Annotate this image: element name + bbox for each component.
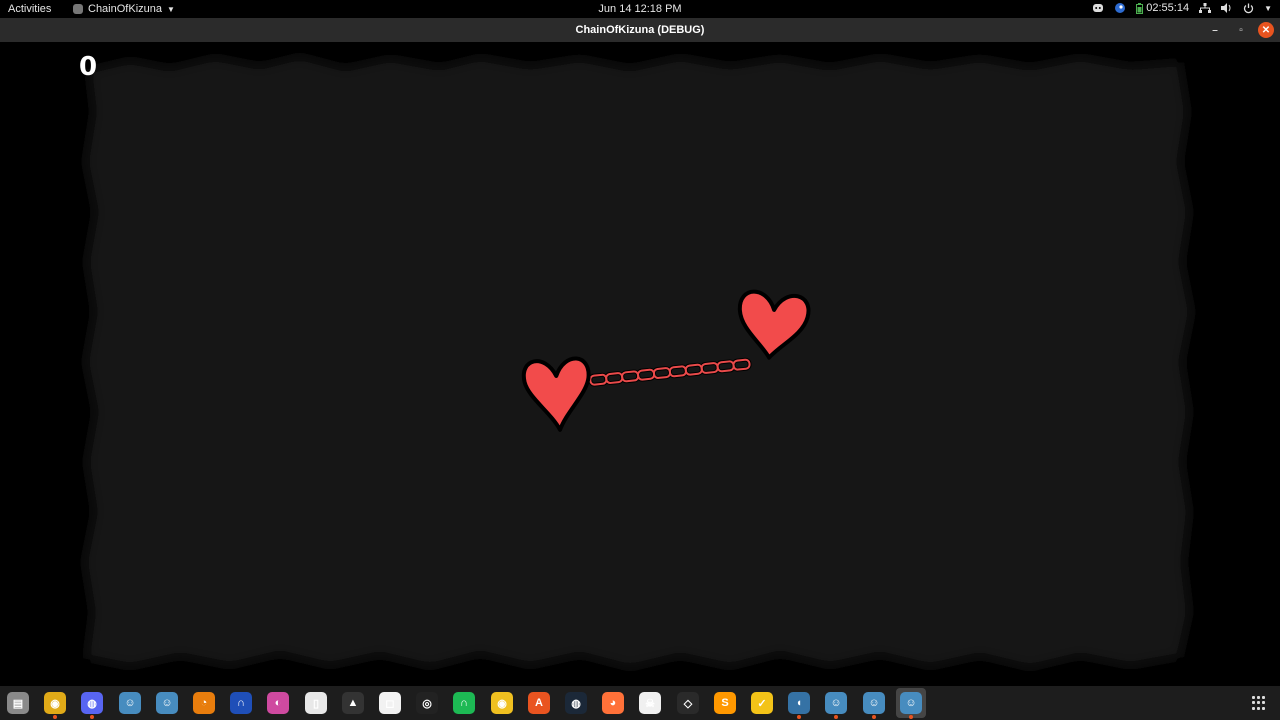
inkscape-icon[interactable]: ▲ [342, 692, 364, 714]
discord-icon[interactable] [1092, 3, 1104, 13]
discord-icon[interactable]: ◍ [81, 692, 103, 719]
score-counter: 0 [79, 52, 98, 82]
sublime-icon[interactable]: S [714, 692, 736, 714]
twitch-icon[interactable]: ▯ [305, 692, 327, 714]
obs-icon[interactable]: ◎ [416, 692, 438, 714]
taskbar-dock: ▤ ◉ ◍ ☺ ☺ ◔ ∩ ◐ ▯ ▲ ◻ ◎ ∩ ◉ A ◍ ◕ ☠ ◇ S ✓ ◖ ☺ ☺ ☺ [0, 686, 1280, 720]
network-icon[interactable] [1199, 3, 1212, 13]
battery-timer[interactable]: 02:55:14 [1136, 2, 1189, 14]
godot-3-icon[interactable]: ☺ [825, 692, 847, 719]
minimize-button[interactable]: – [1206, 21, 1224, 39]
software-center-icon[interactable]: A [528, 692, 550, 714]
python-icon[interactable]: ◖ [788, 692, 810, 719]
game-scene [84, 56, 1192, 668]
godot-icon[interactable]: ☺ [119, 692, 141, 714]
godot-2-icon[interactable]: ☺ [156, 692, 178, 714]
headphones-app-icon[interactable]: ∩ [230, 692, 252, 714]
unity-icon[interactable]: ◇ [677, 692, 699, 714]
clock[interactable]: Jun 14 12:18 PM [0, 3, 1280, 15]
firefox-like-icon[interactable]: ◕ [602, 692, 624, 714]
files-icon[interactable]: ▤ [7, 692, 29, 714]
close-button[interactable]: ✕ [1258, 22, 1274, 38]
vectr-icon[interactable]: ✓ [751, 692, 773, 714]
blender-icon[interactable]: ◔ [193, 692, 215, 714]
show-applications-icon[interactable] [1252, 696, 1266, 710]
running-indicator [53, 715, 57, 719]
spotify-style-icon[interactable]: ∩ [453, 692, 475, 714]
steam-tray-icon[interactable] [1114, 2, 1126, 14]
running-indicator [90, 715, 94, 719]
godot-debug-icon[interactable]: ☺ [900, 692, 922, 719]
krita-icon[interactable]: ◐ [267, 692, 289, 714]
running-indicator [834, 715, 838, 719]
window-title: ChainOfKizuna (DEBUG) [575, 24, 705, 36]
window-titlebar[interactable]: ChainOfKizuna (DEBUG) – ▫ ✕ [0, 18, 1280, 42]
top-bar: Activities ChainOfKizuna ▼ Jun 14 12:18 … [0, 0, 1280, 18]
battery-icon [1136, 2, 1144, 14]
power-icon[interactable] [1243, 3, 1254, 14]
steam-icon[interactable]: ◍ [565, 692, 587, 714]
restore-button[interactable]: ▫ [1232, 21, 1250, 39]
chrome-icon[interactable]: ◉ [44, 692, 66, 719]
system-tray[interactable]: 02:55:14 ▼ [1092, 2, 1272, 14]
arena-floor [84, 56, 1192, 668]
running-indicator [909, 715, 913, 719]
pirate-game-icon[interactable]: ☠ [639, 692, 661, 714]
timer-label: 02:55:14 [1146, 2, 1190, 14]
running-indicator [797, 715, 801, 719]
unknown-app-icon[interactable]: ◻ [379, 692, 401, 714]
rhythmbox-icon[interactable]: ◉ [491, 692, 513, 714]
game-viewport[interactable]: 0 [0, 42, 1280, 686]
running-indicator [872, 715, 876, 719]
volume-icon[interactable] [1221, 3, 1233, 13]
window-controls: – ▫ ✕ [1206, 21, 1274, 39]
chevron-down-icon[interactable]: ▼ [1264, 4, 1272, 13]
godot-4-icon[interactable]: ☺ [863, 692, 885, 719]
